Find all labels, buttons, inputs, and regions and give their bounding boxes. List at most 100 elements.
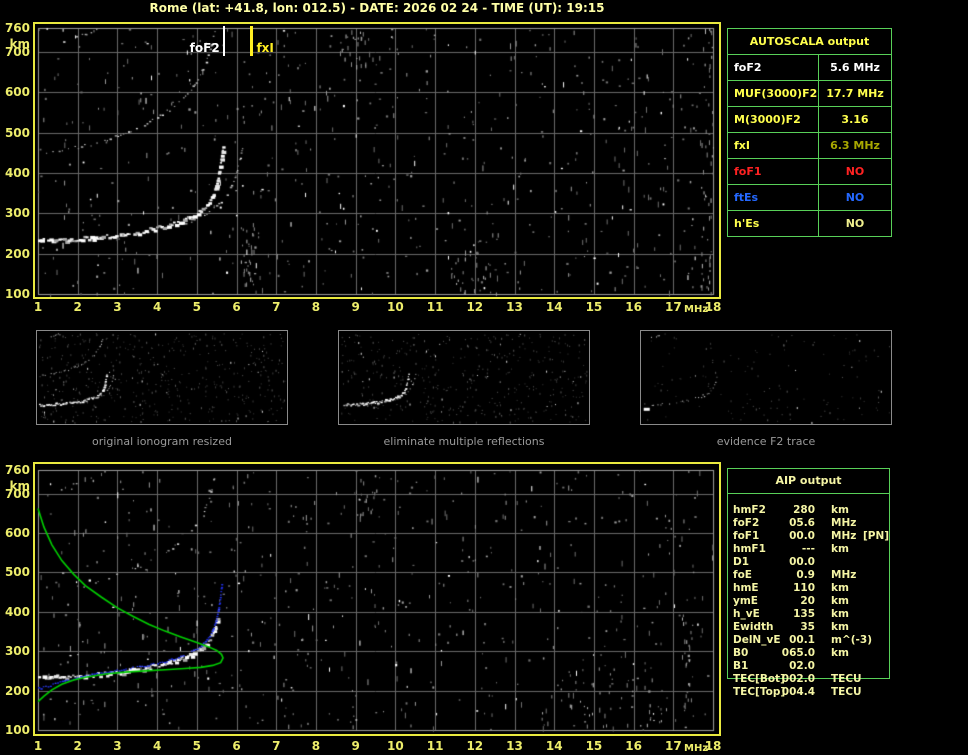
autoscala-label: h'Es bbox=[728, 211, 819, 236]
aip-v-B0: 065.0 bbox=[755, 647, 815, 660]
aip-row-ymE: ymE20km bbox=[727, 595, 890, 608]
x-tick-16: 16 bbox=[622, 300, 646, 314]
autoscala-row-foF2: foF25.6 MHz bbox=[728, 55, 891, 81]
autoscala-row-MUF(3000)F2: MUF(3000)F217.7 MHz bbox=[728, 81, 891, 107]
y-axis-unit: km bbox=[2, 479, 30, 493]
aip-u-foE: MHz bbox=[831, 569, 856, 582]
aip-u-DelN_vE: m^(-3) bbox=[831, 634, 872, 647]
aip-row-hmF1: hmF1---km bbox=[727, 543, 890, 556]
aip-u-B0: km bbox=[831, 647, 849, 660]
y-tick-600: 600 bbox=[2, 526, 30, 540]
x-tick-14: 14 bbox=[542, 739, 566, 753]
x-tick-8: 8 bbox=[304, 300, 328, 314]
fxi-marker-label: fxI bbox=[256, 41, 273, 55]
autoscala-value: 6.3 MHz bbox=[819, 133, 891, 158]
aip-row-foF2: foF205.6MHz bbox=[727, 517, 890, 530]
thumbnail-original-canvas bbox=[37, 331, 287, 424]
x-tick-15: 15 bbox=[582, 300, 606, 314]
x-tick-4: 4 bbox=[145, 300, 169, 314]
autoscala-label: ftEs bbox=[728, 185, 819, 210]
aip-l-foE: foE bbox=[733, 569, 752, 582]
aip-row-TEC[Bot]: TEC[Bot]002.0TECU bbox=[727, 673, 890, 686]
x-tick-14: 14 bbox=[542, 300, 566, 314]
autoscala-table-header: AUTOSCALA output bbox=[728, 29, 891, 55]
thumbnail-original-ionogram bbox=[36, 330, 288, 425]
autoscala-table-rows: foF25.6 MHzMUF(3000)F217.7 MHzM(3000)F23… bbox=[728, 55, 891, 236]
autoscala-value: 3.16 bbox=[819, 107, 891, 132]
x-tick-10: 10 bbox=[383, 739, 407, 753]
bottom-ionogram-canvas bbox=[35, 464, 719, 734]
aip-v-Ewidth: 35 bbox=[755, 621, 815, 634]
x-tick-9: 9 bbox=[344, 300, 368, 314]
y-tick-200: 200 bbox=[2, 684, 30, 698]
aip-row-DelN_vE: DelN_vE00.1m^(-3) bbox=[727, 634, 890, 647]
x-tick-1: 1 bbox=[26, 300, 50, 314]
station-title: Rome (lat: +41.8, lon: 012.5) - DATE: 20… bbox=[33, 1, 721, 15]
aip-row-B0: B0 065.0 km bbox=[727, 647, 890, 660]
x-tick-12: 12 bbox=[463, 300, 487, 314]
x-tick-16: 16 bbox=[622, 739, 646, 753]
x-tick-9: 9 bbox=[344, 739, 368, 753]
bottom-ionogram-plot bbox=[33, 462, 721, 736]
fof2-marker-line bbox=[223, 26, 225, 56]
x-tick-7: 7 bbox=[264, 300, 288, 314]
y-tick-600: 600 bbox=[2, 85, 30, 99]
y-tick-300: 300 bbox=[2, 644, 30, 658]
aip-row-hmF2: hmF2280km bbox=[727, 504, 890, 517]
y-tick-100: 100 bbox=[2, 287, 30, 301]
aip-v-h_vE: 135 bbox=[755, 608, 815, 621]
aip-row-foF1: foF100.0MHz[PN] bbox=[727, 530, 890, 543]
aip-v-foF1: 00.0 bbox=[755, 530, 815, 543]
autoscala-value: NO bbox=[819, 211, 891, 236]
aip-v-ymE: 20 bbox=[755, 595, 815, 608]
autoscala-value: NO bbox=[819, 185, 891, 210]
autoscala-label: foF2 bbox=[728, 55, 819, 80]
aip-output-table: AIP output hmF2280kmfoF205.6MHzfoF100.0M… bbox=[727, 468, 890, 702]
aip-u-hmF2: km bbox=[831, 504, 849, 517]
aip-v-DelN_vE: 00.1 bbox=[755, 634, 815, 647]
aip-v-D1: 00.0 bbox=[755, 556, 815, 569]
x-tick-10: 10 bbox=[383, 300, 407, 314]
x-tick-4: 4 bbox=[145, 739, 169, 753]
aip-u-TEC[Top]: TECU bbox=[831, 686, 862, 699]
aip-v-hmF1: --- bbox=[755, 543, 815, 556]
aip-v-foE: 0.9 bbox=[755, 569, 815, 582]
aip-u-Ewidth: km bbox=[831, 621, 849, 634]
x-tick-11: 11 bbox=[423, 300, 447, 314]
caption-evidence-f2: evidence F2 trace bbox=[640, 435, 892, 449]
aip-row-hmE: hmE110km bbox=[727, 582, 890, 595]
y-tick-760: 760 bbox=[2, 21, 30, 35]
aip-v-B1: 02.0 bbox=[755, 660, 815, 673]
aip-v-hmF2: 280 bbox=[755, 504, 815, 517]
aip-header-divider bbox=[728, 493, 889, 494]
x-tick-1: 1 bbox=[26, 739, 50, 753]
aip-l-B0: B0 bbox=[733, 647, 748, 660]
autoscala-label: M(3000)F2 bbox=[728, 107, 819, 132]
aip-e-foF1: [PN] bbox=[863, 530, 889, 543]
x-tick-15: 15 bbox=[582, 739, 606, 753]
autoscala-row-h'Es: h'EsNO bbox=[728, 211, 891, 236]
x-tick-2: 2 bbox=[66, 300, 90, 314]
x-tick-5: 5 bbox=[185, 739, 209, 753]
x-tick-17: 17 bbox=[661, 300, 685, 314]
aip-v-TEC[Top]: 004.4 bbox=[755, 686, 815, 699]
x-tick-2: 2 bbox=[66, 739, 90, 753]
y-tick-300: 300 bbox=[2, 206, 30, 220]
caption-eliminate-reflections: eliminate multiple reflections bbox=[338, 435, 590, 449]
y-tick-500: 500 bbox=[2, 565, 30, 579]
x-tick-11: 11 bbox=[423, 739, 447, 753]
aip-u-hmE: km bbox=[831, 582, 849, 595]
fxi-marker-line bbox=[250, 26, 253, 56]
autoscala-value: 17.7 MHz bbox=[819, 81, 891, 106]
y-axis-unit: km bbox=[2, 37, 30, 51]
y-tick-200: 200 bbox=[2, 247, 30, 261]
aip-v-TEC[Bot]: 002.0 bbox=[755, 673, 815, 686]
autoscala-row-fxI: fxI6.3 MHz bbox=[728, 133, 891, 159]
aip-row-D1: D100.0 bbox=[727, 556, 890, 569]
x-tick-5: 5 bbox=[185, 300, 209, 314]
x-tick-8: 8 bbox=[304, 739, 328, 753]
autoscala-row-foF1: foF1NO bbox=[728, 159, 891, 185]
autoscala-window: Rome (lat: +41.8, lon: 012.5) - DATE: 20… bbox=[0, 0, 968, 755]
autoscala-label: MUF(3000)F2 bbox=[728, 81, 819, 106]
x-axis-unit: MHz bbox=[684, 304, 708, 315]
